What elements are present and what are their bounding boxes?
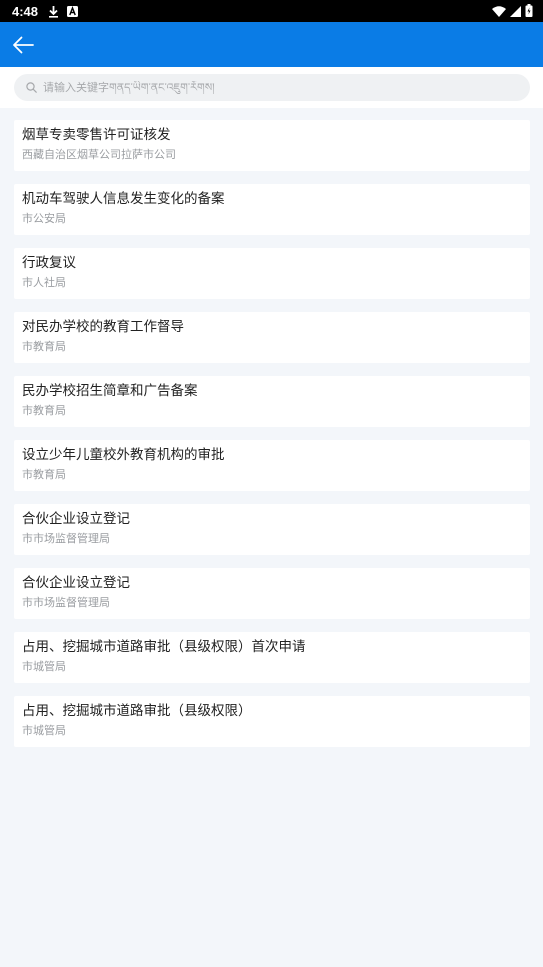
item-title: 烟草专卖零售许可证核发 [22, 127, 171, 143]
notification-a-icon [67, 5, 79, 17]
item-department: 市教育局 [22, 340, 66, 353]
list-item[interactable]: 占用、挖掘城市道路审批（县级权限） 市城管局 [14, 696, 530, 747]
item-department: 市市场监督管理局 [22, 596, 110, 609]
status-bar: 4:48 [0, 0, 543, 22]
search-input[interactable] [43, 81, 503, 94]
item-title: 行政复议 [22, 255, 76, 271]
item-title: 合伙企业设立登记 [22, 575, 130, 591]
item-department: 市市场监督管理局 [22, 532, 110, 545]
item-title: 占用、挖掘城市道路审批（县级权限） [22, 703, 252, 719]
service-list: 烟草专卖零售许可证核发 西藏自治区烟草公司拉萨市公司 机动车驾驶人信息发生变化的… [14, 120, 530, 760]
item-title: 对民办学校的教育工作督导 [22, 319, 184, 335]
search-bar [0, 67, 543, 108]
search-box[interactable] [14, 74, 530, 101]
list-item[interactable]: 烟草专卖零售许可证核发 西藏自治区烟草公司拉萨市公司 [14, 120, 530, 171]
search-icon [26, 82, 37, 93]
list-item[interactable]: 占用、挖掘城市道路审批（县级权限）首次申请 市城管局 [14, 632, 530, 683]
status-right-group [492, 2, 533, 21]
list-item[interactable]: 设立少年儿童校外教育机构的审批 市教育局 [14, 440, 530, 491]
item-department: 市城管局 [22, 724, 66, 737]
list-item[interactable]: 对民办学校的教育工作督导 市教育局 [14, 312, 530, 363]
arrow-left-icon [13, 36, 34, 54]
item-department: 市教育局 [22, 404, 66, 417]
item-title: 占用、挖掘城市道路审批（县级权限）首次申请 [22, 639, 306, 655]
list-item[interactable]: 行政复议 市人社局 [14, 248, 530, 299]
back-button[interactable] [8, 30, 38, 60]
download-icon [48, 5, 59, 18]
item-department: 西藏自治区烟草公司拉萨市公司 [22, 148, 176, 161]
cell-signal-icon [510, 2, 521, 21]
list-item[interactable]: 民办学校招生简章和广告备案 市教育局 [14, 376, 530, 427]
item-department: 市城管局 [22, 660, 66, 673]
item-department: 市教育局 [22, 468, 66, 481]
list-item[interactable]: 机动车驾驶人信息发生变化的备案 市公安局 [14, 184, 530, 235]
battery-icon [525, 2, 533, 21]
app-bar [0, 22, 543, 67]
item-title: 民办学校招生简章和广告备案 [22, 383, 198, 399]
item-title: 设立少年儿童校外教育机构的审批 [22, 447, 225, 463]
item-department: 市人社局 [22, 276, 66, 289]
status-time: 4:48 [12, 3, 39, 19]
list-item[interactable]: 合伙企业设立登记 市市场监督管理局 [14, 504, 530, 555]
list-item[interactable]: 合伙企业设立登记 市市场监督管理局 [14, 568, 530, 619]
item-title: 机动车驾驶人信息发生变化的备案 [22, 191, 225, 207]
item-department: 市公安局 [22, 212, 66, 225]
item-title: 合伙企业设立登记 [22, 511, 130, 527]
wifi-icon [492, 2, 506, 21]
